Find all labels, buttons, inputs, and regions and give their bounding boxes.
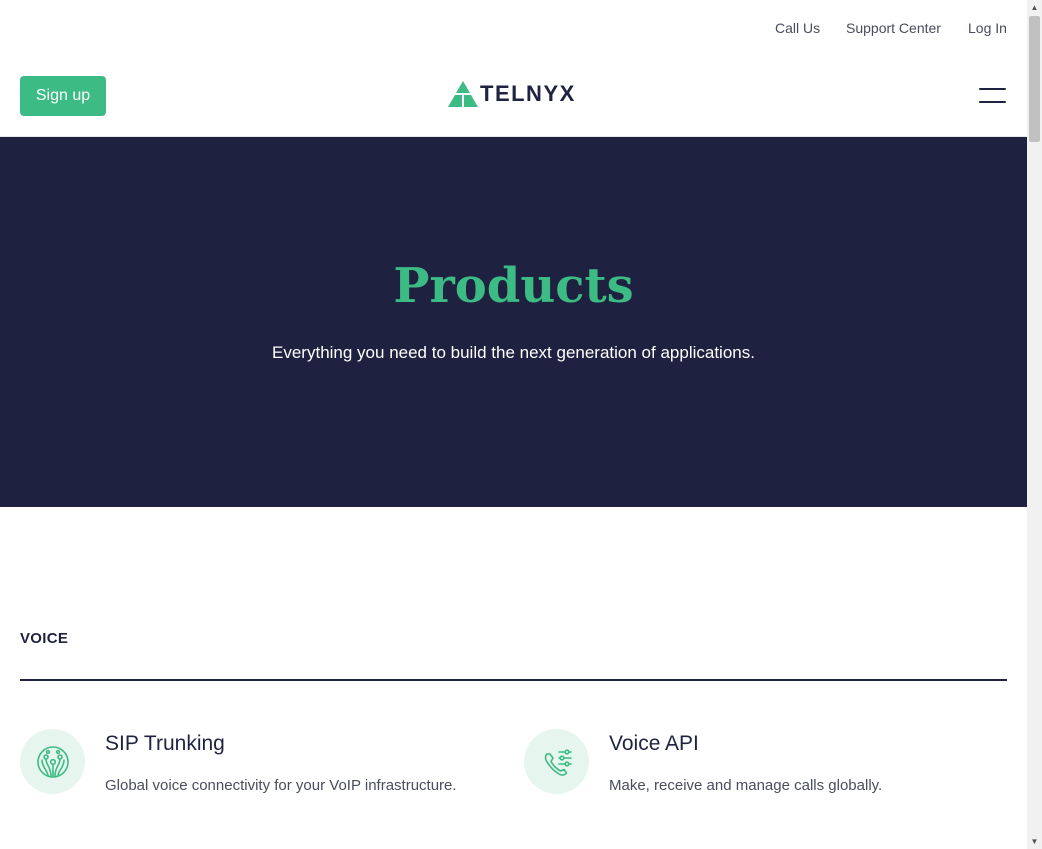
section-label-voice: VOICE (20, 630, 69, 647)
vertical-scrollbar[interactable]: ▲ ▼ (1027, 0, 1042, 849)
log-in-link[interactable]: Log In (968, 20, 1007, 36)
product-description: Global voice connectivity for your VoIP … (105, 777, 457, 794)
product-card-sip-trunking[interactable]: SIP Trunking Global voice connectivity f… (20, 729, 500, 809)
sign-up-button[interactable]: Sign up (20, 76, 106, 116)
scrollbar-thumb[interactable] (1029, 16, 1040, 142)
scroll-up-arrow-icon[interactable]: ▲ (1027, 0, 1042, 15)
support-center-link[interactable]: Support Center (846, 20, 941, 36)
call-us-link[interactable]: Call Us (775, 20, 820, 36)
product-description: Make, receive and manage calls globally. (609, 777, 883, 794)
utility-nav: Call Us Support Center Log In (0, 0, 1027, 56)
section-divider (20, 679, 1007, 681)
hero-banner: Products Everything you need to build th… (0, 137, 1027, 507)
product-card-voice-api[interactable]: Voice API Make, receive and manage calls… (524, 729, 1004, 809)
product-title: Voice API (609, 732, 699, 755)
scroll-down-arrow-icon[interactable]: ▼ (1027, 834, 1042, 849)
voice-api-icon (524, 729, 589, 794)
hamburger-menu-icon[interactable] (979, 86, 1007, 106)
page-title: Products (393, 258, 634, 314)
logo-text: TELNYX (480, 81, 576, 106)
product-title: SIP Trunking (105, 732, 225, 755)
telnyx-logo-mark-icon (448, 81, 478, 107)
hero-subtitle: Everything you need to build the next ge… (272, 343, 755, 362)
page: Call Us Support Center Log In Sign up TE… (0, 0, 1027, 849)
telnyx-logo[interactable]: TELNYX (448, 80, 576, 108)
sip-trunking-icon (20, 729, 85, 794)
